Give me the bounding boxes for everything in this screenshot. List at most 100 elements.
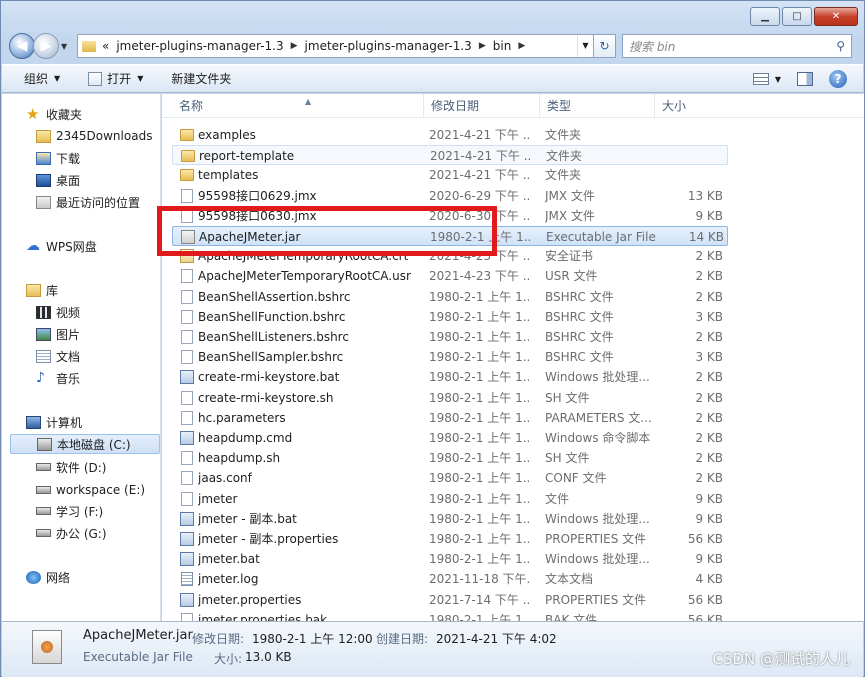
file-modified-date: 1980-2-1 上午 1... [429, 532, 529, 546]
file-size: 9 KB [695, 511, 723, 526]
chevron-right-icon[interactable]: ▶ [518, 41, 525, 51]
file-row[interactable]: jmeter.log 2021-11-18 下午... 文本文档 4 KB [172, 569, 728, 589]
sidebar-item-drive-c[interactable]: 本地磁盘 (C:) [10, 434, 160, 454]
breadcrumb-item[interactable]: bin [493, 39, 512, 53]
minimize-button[interactable]: ▁ [750, 7, 780, 26]
file-row[interactable]: create-rmi-keystore.sh 1980-2-1 上午 1... SH… [172, 388, 728, 408]
file-row[interactable]: BeanShellFunction.bshrc 1980-2-1 上午 1... B… [172, 307, 728, 327]
sidebar-item-drive-g[interactable]: 办公 (G:) [36, 523, 107, 543]
file-row[interactable]: jmeter.properties 2021-7-14 下午 ... PROPERT… [172, 590, 728, 610]
sidebar-item-desktop[interactable]: 桌面 [36, 170, 80, 190]
open-file-icon [88, 71, 103, 86]
file-modified-date: 1980-2-1 上午 1... [429, 491, 529, 506]
file-row[interactable]: jmeter.bat 1980-2-1 上午 1... Windows 批处理...… [172, 549, 728, 569]
breadcrumb-item[interactable]: jmeter-plugins-manager-1.3 [116, 39, 283, 53]
file-name: 95598接口0629.jmx [198, 188, 317, 203]
sidebar-item-favorites[interactable]: ★ 收藏夹 [26, 104, 82, 124]
file-type: 安全证书 [545, 249, 594, 264]
file-modified-date: 1980-2-1 上午 1... [429, 471, 529, 486]
address-bar[interactable]: « jmeter-plugins-manager-1.3 ▶ jmeter-pl… [77, 34, 594, 58]
file-row[interactable]: templates 2021-4-21 下午 ... 文件夹 [172, 165, 728, 185]
file-size: 56 KB [687, 592, 723, 607]
sidebar-item-libraries[interactable]: 库 [26, 280, 58, 300]
recent-pages-dropdown[interactable]: ▼ [61, 42, 73, 51]
file-icon [181, 390, 193, 405]
file-row[interactable]: BeanShellListeners.bshrc 1980-2-1 上午 1...… [172, 327, 728, 347]
drive-icon [36, 463, 51, 471]
file-row[interactable]: jmeter 1980-2-1 上午 1... 文件 9 KB [172, 489, 728, 509]
file-row[interactable]: jmeter - 副本.bat 1980-2-1 上午 1... Windows 批… [172, 509, 728, 529]
sidebar-item-network[interactable]: 网络 [26, 567, 70, 587]
file-row[interactable]: heapdump.sh 1980-2-1 上午 1... SH 文件 2 KB [172, 448, 728, 468]
sidebar-item-documents[interactable]: 文档 [36, 346, 80, 366]
file-row[interactable]: jmeter - 副本.properties 1980-2-1 上午 1... PR… [172, 529, 728, 549]
refresh-button[interactable]: ↻ [594, 34, 616, 58]
file-row[interactable]: jaas.conf 1980-2-1 上午 1... CONF 文件 2 KB [172, 468, 728, 488]
file-type: 文件夹 [545, 168, 582, 183]
file-row[interactable]: jmeter.properties.bak 1980-2-1 上午 1... BAK… [172, 610, 728, 621]
forward-button[interactable]: ▶ [33, 33, 59, 59]
file-modified-date: 2021-7-14 下午 ... [429, 592, 529, 607]
sidebar-item-drive-e[interactable]: workspace (E:) [36, 480, 145, 500]
help-icon[interactable]: ? [829, 70, 847, 88]
search-input[interactable]: 搜索 bin ⚲ [622, 34, 852, 58]
file-row[interactable]: create-rmi-keystore.bat 1980-2-1 上午 1... W… [172, 367, 728, 387]
view-controls: ▼ ? [752, 70, 847, 88]
column-header-date[interactable]: 修改日期 [424, 94, 540, 118]
sidebar-item-recent[interactable]: 最近访问的位置 [36, 192, 140, 212]
sidebar-item-label: 音乐 [56, 371, 81, 386]
sidebar-item-2345downloads[interactable]: 2345Downloads [36, 126, 152, 146]
maximize-button[interactable]: □ [782, 7, 812, 26]
change-view-button[interactable]: ▼ [752, 73, 781, 85]
column-header-size[interactable]: 大小 [655, 94, 727, 118]
breadcrumb-overflow[interactable]: « [102, 39, 109, 53]
back-button[interactable]: ◀ [9, 33, 35, 59]
file-row[interactable]: heapdump.cmd 1980-2-1 上午 1... Windows 命令脚本… [172, 428, 728, 448]
file-row[interactable]: BeanShellSampler.bshrc 1980-2-1 上午 1... BS… [172, 347, 728, 367]
column-header-label: 类型 [547, 99, 572, 113]
file-row[interactable]: examples 2021-4-21 下午 ... 文件夹 [172, 125, 728, 145]
file-type: BSHRC 文件 [545, 330, 614, 344]
file-row[interactable]: report-template 2021-4-21 下午 ... 文件夹 [172, 145, 728, 166]
file-modified-date: 2021-11-18 下午... [429, 572, 529, 587]
file-icon [181, 350, 193, 365]
file-type: SH 文件 [545, 451, 590, 466]
file-size: 2 KB [695, 451, 723, 466]
sidebar-item-drive-d[interactable]: 软件 (D:) [36, 457, 106, 477]
cloud-icon: ☁ [26, 237, 40, 254]
sidebar-item-downloads[interactable]: 下载 [36, 148, 80, 168]
chevron-right-icon[interactable]: ▶ [291, 41, 298, 51]
file-icon [181, 410, 193, 425]
file-size: 3 KB [695, 350, 723, 365]
preview-pane-icon[interactable] [797, 72, 813, 86]
drive-icon [37, 437, 52, 451]
script-icon [180, 532, 194, 546]
search-icon[interactable]: ⚲ [836, 39, 845, 53]
picture-icon [36, 327, 51, 341]
breadcrumb-item[interactable]: jmeter-plugins-manager-1.3 [305, 39, 472, 53]
close-button[interactable]: ✕ [814, 7, 858, 26]
sidebar-item-music[interactable]: ♪ 音乐 [36, 368, 80, 388]
file-modified-date: 1980-2-1 上午 1... [429, 410, 529, 425]
sidebar-item-videos[interactable]: 视频 [36, 302, 80, 322]
sidebar-item-drive-f[interactable]: 学习 (F:) [36, 501, 103, 521]
file-modified-date: 2021-4-21 下午 ... [429, 128, 529, 142]
details-modified-value: 1980-2-1 上午 12:00 [252, 632, 373, 646]
address-dropdown[interactable]: ▼ [577, 35, 593, 57]
file-row[interactable]: BeanShellAssertion.bshrc 1980-2-1 上午 1...… [172, 287, 728, 307]
open-button[interactable]: 打开 ▼ [88, 70, 143, 87]
file-row[interactable]: hc.parameters 1980-2-1 上午 1... PARAMETERS … [172, 408, 728, 428]
sidebar-item-wps-drive[interactable]: ☁ WPS网盘 [26, 236, 97, 256]
chevron-right-icon[interactable]: ▶ [479, 41, 486, 51]
file-row[interactable]: 95598接口0629.jmx 2020-6-29 下午 ... JMX 文件 13 … [172, 186, 728, 206]
file-size: 14 KB [688, 230, 724, 244]
file-icon [181, 289, 193, 304]
file-row[interactable]: ApacheJMeterTemporaryRootCA.usr 2021-4-23… [172, 266, 728, 286]
file-icon [181, 491, 193, 506]
column-header-name[interactable]: 名称 ▲ [172, 94, 424, 118]
sidebar-item-pictures[interactable]: 图片 [36, 324, 80, 344]
sidebar-item-computer[interactable]: 计算机 [26, 412, 82, 432]
column-header-type[interactable]: 类型 [540, 94, 655, 118]
organize-button[interactable]: 组织 ▼ [24, 70, 60, 87]
new-folder-button[interactable]: 新建文件夹 [171, 70, 231, 87]
